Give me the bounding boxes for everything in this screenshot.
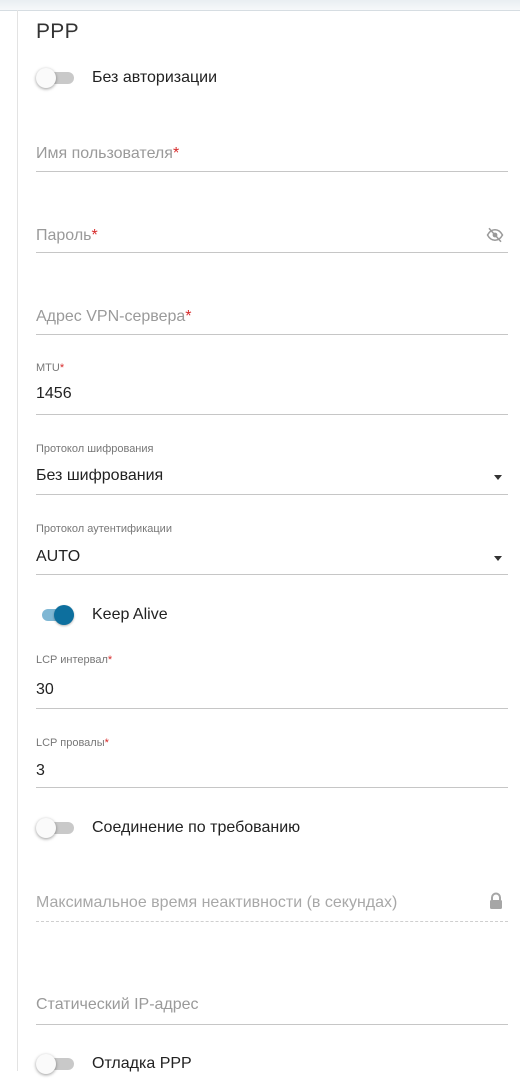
mtu-label: MTU* <box>36 362 65 374</box>
ppp-debug-label: Отладка PPP <box>92 1055 192 1072</box>
username-field[interactable]: Имя пользователя* <box>36 130 508 175</box>
keep-alive-label: Keep Alive <box>92 606 168 623</box>
max-idle-placeholder: Максимальное время неактивности (в секун… <box>36 894 398 911</box>
eye-slash-icon[interactable] <box>486 226 504 249</box>
lcp-interval-label: LCP интервал* <box>36 654 113 666</box>
left-divider <box>17 10 18 1071</box>
lock-icon <box>488 892 504 915</box>
encryption-value: Без шифрования <box>36 467 164 484</box>
on-demand-toggle[interactable] <box>36 818 74 838</box>
no-auth-row: Без авторизации <box>36 63 508 93</box>
vpn-server-placeholder: Адрес VPN-сервера* <box>36 308 192 325</box>
no-auth-toggle[interactable] <box>36 68 74 88</box>
lcp-fails-value: 3 <box>36 762 45 779</box>
mtu-value: 1456 <box>36 385 72 402</box>
username-placeholder: Имя пользователя* <box>36 145 180 162</box>
chevron-down-icon[interactable] <box>494 475 502 480</box>
auth-protocol-select[interactable]: Протокол аутентификации AUTO <box>36 521 508 577</box>
auth-protocol-value: AUTO <box>36 548 81 565</box>
keep-alive-row: Keep Alive <box>36 600 508 630</box>
lcp-fails-field[interactable]: LCP провалы* 3 <box>36 735 508 791</box>
password-field[interactable]: Пароль* <box>36 212 508 257</box>
lcp-interval-value: 30 <box>36 681 54 698</box>
chevron-down-icon[interactable] <box>494 556 502 561</box>
auth-protocol-label: Протокол аутентификации <box>36 523 172 535</box>
keep-alive-toggle[interactable] <box>36 605 74 625</box>
password-placeholder: Пароль* <box>36 227 98 244</box>
vpn-server-field[interactable]: Адрес VPN-сервера* <box>36 292 508 337</box>
on-demand-row: Соединение по требованию <box>36 813 508 843</box>
mtu-field[interactable]: MTU* 1456 <box>36 360 508 416</box>
ppp-debug-toggle[interactable] <box>36 1054 74 1074</box>
encryption-label: Протокол шифрования <box>36 443 154 455</box>
section-title: PPP <box>36 20 79 43</box>
lcp-fails-label: LCP провалы* <box>36 737 109 749</box>
on-demand-label: Соединение по требованию <box>92 819 301 836</box>
static-ip-placeholder: Статический IP-адрес <box>36 996 199 1013</box>
ppp-debug-row: Отладка PPP <box>36 1049 508 1079</box>
static-ip-field[interactable]: Статический IP-адрес <box>36 990 508 1030</box>
encryption-select[interactable]: Протокол шифрования Без шифрования <box>36 441 508 497</box>
no-auth-label: Без авторизации <box>92 69 218 86</box>
lcp-interval-field[interactable]: LCP интервал* 30 <box>36 652 508 709</box>
top-bar <box>0 0 520 11</box>
max-idle-field: Максимальное время неактивности (в секун… <box>36 886 508 931</box>
